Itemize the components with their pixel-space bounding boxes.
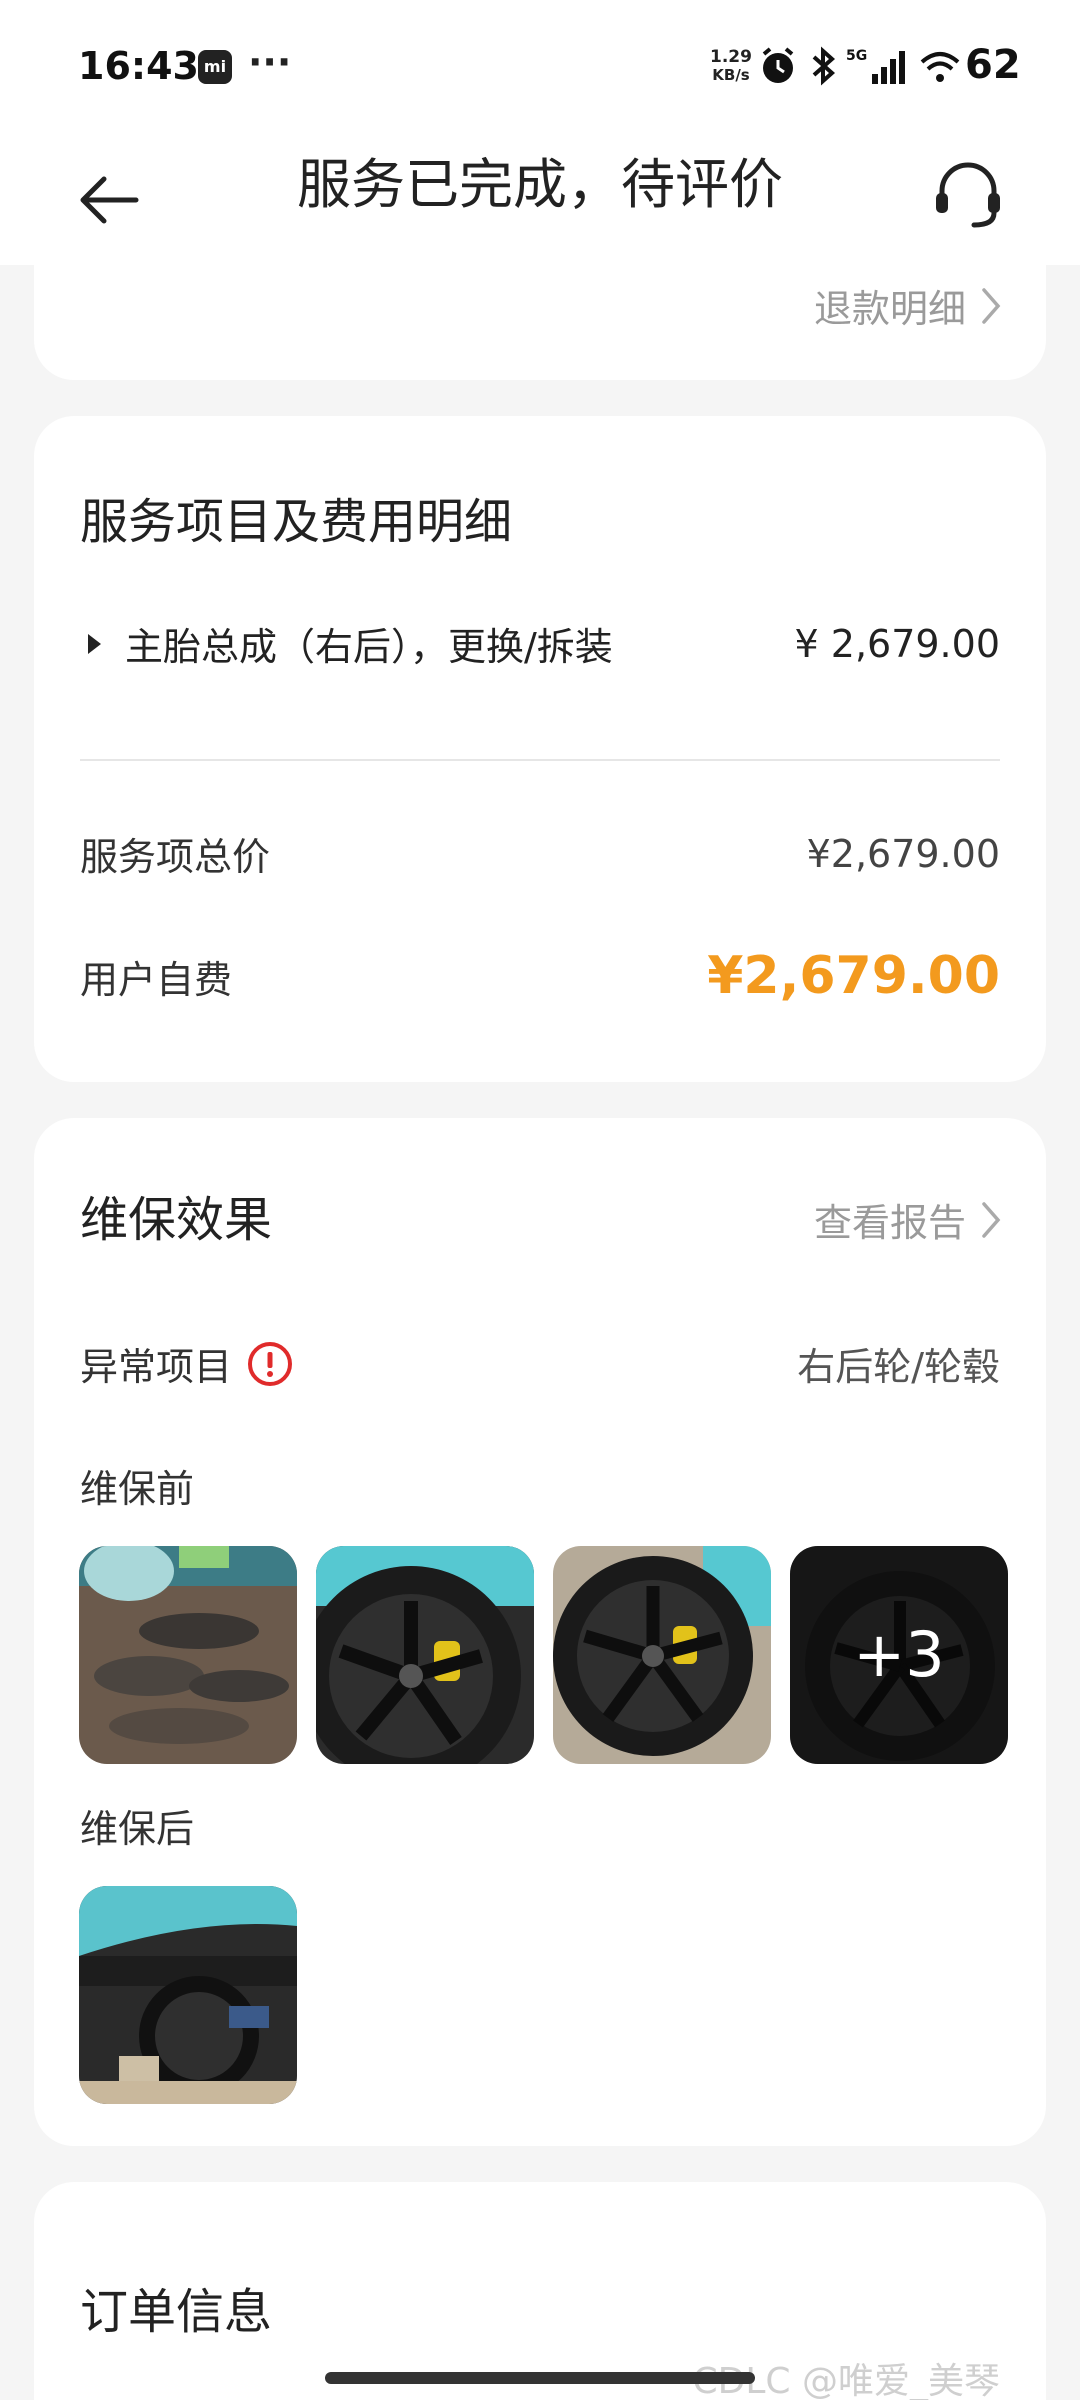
network-speed: 1.29 KB/s bbox=[710, 48, 752, 84]
network-speed-value: 1.29 bbox=[710, 47, 752, 67]
before-photo-3[interactable] bbox=[553, 1546, 771, 1764]
service-total-row: 服务项总价 ¥2,679.00 bbox=[80, 826, 1000, 881]
service-total-value: ¥2,679.00 bbox=[806, 831, 1000, 876]
service-item-row[interactable]: 主胎总成（右后），更换/拆装 ¥ 2,679.00 bbox=[80, 616, 1000, 671]
refund-card: 退款明细 bbox=[34, 230, 1046, 380]
network-speed-unit: KB/s bbox=[712, 66, 750, 84]
more-photos-count: +3 bbox=[790, 1546, 1008, 1764]
divider bbox=[80, 759, 1000, 761]
mi-app-icon: mi bbox=[198, 50, 232, 84]
signal-5g-icon: 5G bbox=[846, 48, 905, 84]
self-pay-value: ¥2,679.00 bbox=[707, 946, 1000, 1006]
alarm-icon bbox=[762, 47, 794, 83]
before-photo-2[interactable] bbox=[316, 1546, 534, 1764]
before-photo-more[interactable]: +3 bbox=[790, 1546, 1008, 1764]
before-photo-1[interactable] bbox=[79, 1546, 297, 1764]
maintenance-title: 维保效果 bbox=[80, 1192, 273, 1248]
status-bar: 16:43 mi ··· 1.29 KB/s 5G 62 bbox=[0, 0, 1080, 135]
more-notifications-icon: ··· bbox=[248, 40, 292, 84]
refund-details-label: 退款明细 bbox=[813, 287, 966, 331]
page-title: 服务已完成，待评价 bbox=[297, 153, 783, 216]
abnormal-items-label: 异常项目 bbox=[80, 1345, 233, 1389]
customer-service-headset-icon[interactable] bbox=[930, 157, 1006, 233]
view-report-link[interactable]: 查看报告 bbox=[814, 1192, 1002, 1247]
service-item-price: ¥ 2,679.00 bbox=[794, 621, 1000, 666]
abnormal-items-value: 右后轮/轮毂 bbox=[797, 1345, 1000, 1389]
order-info-title: 订单信息 bbox=[80, 2284, 273, 2340]
refund-details-link[interactable]: 退款明细 bbox=[814, 278, 1002, 333]
svg-text:5G: 5G bbox=[846, 48, 867, 64]
fees-title: 服务项目及费用明细 bbox=[80, 494, 513, 550]
self-pay-label: 用户自费 bbox=[80, 957, 233, 1002]
view-report-label: 查看报告 bbox=[813, 1201, 966, 1245]
self-pay-row: 用户自费 ¥2,679.00 bbox=[80, 946, 1000, 1006]
service-item-name: 主胎总成（右后），更换/拆装 bbox=[125, 625, 613, 669]
service-total-label: 服务项总价 bbox=[80, 835, 271, 879]
chevron-right-icon bbox=[982, 287, 1001, 324]
chevron-right-icon bbox=[982, 1201, 1001, 1238]
maintenance-result-card: 维保效果 查看报告 异常项目 右后轮/轮毂 维保前 +3 维保后 bbox=[34, 1118, 1046, 2146]
wheel-photo-image bbox=[316, 1546, 534, 1764]
abnormal-items-label-group: 异常项目 bbox=[80, 1336, 294, 1391]
bluetooth-icon bbox=[812, 46, 836, 86]
service-fees-card: 服务项目及费用明细 主胎总成（右后），更换/拆装 ¥ 2,679.00 服务项总… bbox=[34, 416, 1046, 1082]
wheel-photo-image bbox=[553, 1546, 771, 1764]
battery-level: 62 bbox=[965, 42, 1021, 88]
ground-photo-image bbox=[79, 1546, 297, 1764]
home-indicator[interactable] bbox=[325, 2372, 755, 2384]
status-time: 16:43 bbox=[78, 44, 199, 88]
after-photo-1[interactable] bbox=[79, 1886, 297, 2104]
alert-exclamation-icon[interactable] bbox=[246, 1340, 294, 1388]
after-maintenance-label: 维保后 bbox=[80, 1807, 195, 1851]
wifi-icon bbox=[920, 52, 960, 82]
expand-caret-icon bbox=[88, 633, 101, 654]
car-interior-photo-image bbox=[79, 1886, 297, 2104]
before-maintenance-label: 维保前 bbox=[80, 1467, 195, 1511]
